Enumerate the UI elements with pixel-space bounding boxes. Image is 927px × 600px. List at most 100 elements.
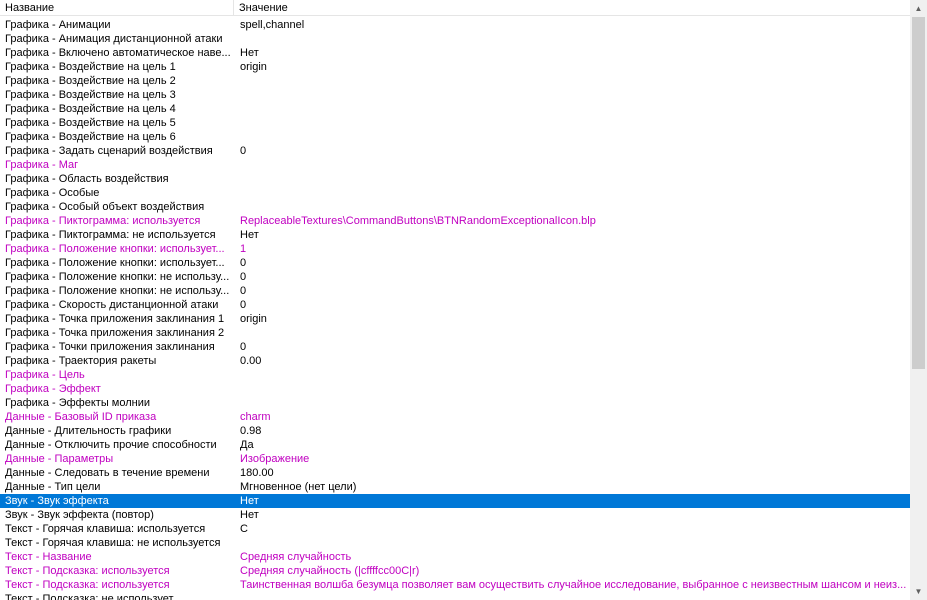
property-value: [235, 396, 910, 410]
table-row[interactable]: Графика - Точка приложения заклинания 2: [0, 326, 910, 340]
property-value: [235, 382, 910, 396]
property-value: spell,channel: [240, 19, 305, 31]
table-row[interactable]: Графика - Анимация дистанционной атаки: [0, 32, 910, 46]
property-name: Текст - Горячая клавиша: используется: [5, 523, 206, 535]
vertical-scrollbar[interactable]: ▲ ▼: [910, 0, 927, 600]
property-name: Графика - Точка приложения заклинания 2: [5, 327, 225, 339]
property-name: Графика - Воздействие на цель 6: [5, 131, 176, 143]
property-name: Графика - Траектория ракеты: [5, 355, 157, 367]
table-row[interactable]: Данные - Отключить прочие способности Да: [0, 438, 910, 452]
table-row[interactable]: Графика - Положение кнопки: не использу.…: [0, 270, 910, 284]
property-value: [235, 592, 910, 600]
scroll-down-arrow-icon[interactable]: ▼: [910, 583, 927, 600]
property-name: Графика - Точка приложения заклинания 1: [5, 313, 225, 325]
table-row[interactable]: Графика - Траектория ракеты 0.00: [0, 354, 910, 368]
property-name: Текст - Название: [5, 551, 92, 563]
property-name: Графика - Воздействие на цель 2: [5, 75, 176, 87]
table-row[interactable]: Графика - Точка приложения заклинания 1 o…: [0, 312, 910, 326]
column-header: Название Значение: [0, 0, 910, 16]
property-name: Текст - Подсказка: не использует...: [5, 593, 182, 600]
property-name: Текст - Горячая клавиша: не используется: [5, 537, 221, 549]
property-value: [235, 32, 910, 46]
table-row[interactable]: Графика - Воздействие на цель 6: [0, 130, 910, 144]
table-row[interactable]: Графика - Особый объект воздействия: [0, 200, 910, 214]
table-row[interactable]: Звук - Звук эффекта (повтор) Нет: [0, 508, 910, 522]
property-value: [235, 186, 910, 200]
property-name: Графика - Анимации: [5, 19, 111, 31]
table-row[interactable]: Данные - Базовый ID приказа charm: [0, 410, 910, 424]
table-row[interactable]: Графика - Область воздействия: [0, 172, 910, 186]
property-value: [235, 116, 910, 130]
scroll-up-arrow-icon[interactable]: ▲: [910, 0, 927, 17]
table-row[interactable]: Текст - Горячая клавиша: не используется: [0, 536, 910, 550]
scroll-thumb[interactable]: [912, 17, 925, 369]
table-row[interactable]: Графика - Эффекты молнии: [0, 396, 910, 410]
table-row[interactable]: Графика - Положение кнопки: не использу.…: [0, 284, 910, 298]
table-row[interactable]: Данные - Тип цели Мгновенное (нет цели): [0, 480, 910, 494]
table-row[interactable]: Графика - Воздействие на цель 2: [0, 74, 910, 88]
property-value: Мгновенное (нет цели): [240, 481, 357, 493]
property-value: [235, 88, 910, 102]
table-row[interactable]: Текст - Подсказка: не использует...: [0, 592, 910, 600]
property-value: 1: [240, 243, 247, 255]
property-value: [235, 368, 910, 382]
property-name: Графика - Воздействие на цель 3: [5, 89, 176, 101]
table-row[interactable]: Данные - Параметры Изображение: [0, 452, 910, 466]
table-row[interactable]: Данные - Следовать в течение времени 180.…: [0, 466, 910, 480]
table-row[interactable]: Графика - Анимации spell,channel: [0, 18, 910, 32]
property-value: 0: [240, 299, 247, 311]
property-name: Графика - Маг: [5, 159, 79, 171]
table-row[interactable]: Графика - Скорость дистанционной атаки 0: [0, 298, 910, 312]
table-row[interactable]: Текст - Подсказка: используется Таинствен…: [0, 578, 910, 592]
table-row[interactable]: Графика - Особые: [0, 186, 910, 200]
table-row[interactable]: Графика - Воздействие на цель 1 origin: [0, 60, 910, 74]
property-name: Данные - Тип цели: [5, 481, 101, 493]
property-value: ReplaceableTextures\CommandButtons\BTNRa…: [240, 215, 596, 227]
table-row[interactable]: Графика - Воздействие на цель 4: [0, 102, 910, 116]
table-row[interactable]: Графика - Воздействие на цель 3: [0, 88, 910, 102]
property-name: Графика - Положение кнопки: использует..…: [5, 243, 225, 255]
property-value: 0: [240, 145, 247, 157]
table-row[interactable]: Графика - Положение кнопки: использует..…: [0, 256, 910, 270]
table-row[interactable]: Графика - Цель: [0, 368, 910, 382]
table-row[interactable]: Графика - Пиктограмма: используется Repla…: [0, 214, 910, 228]
table-row[interactable]: Данные - Длительность графики 0.98: [0, 424, 910, 438]
table-row[interactable]: Графика - Задать сценарий воздействия 0: [0, 144, 910, 158]
table-row[interactable]: Текст - Подсказка: используется Средняя с…: [0, 564, 910, 578]
property-name: Графика - Скорость дистанционной атаки: [5, 299, 219, 311]
table-row[interactable]: Графика - Точки приложения заклинания 0: [0, 340, 910, 354]
property-value: origin: [240, 313, 267, 325]
property-value: [235, 326, 910, 340]
table-row[interactable]: Графика - Воздействие на цель 5: [0, 116, 910, 130]
table-row[interactable]: Графика - Пиктограмма: не используется Не…: [0, 228, 910, 242]
property-list[interactable]: Графика - Анимации spell,channel Графика -…: [0, 18, 910, 600]
property-name: Графика - Положение кнопки: не использу.…: [5, 285, 230, 297]
table-row[interactable]: Графика - Маг: [0, 158, 910, 172]
property-name: Графика - Положение кнопки: использует..…: [5, 257, 225, 269]
property-value: Таинственная волшба безумца позволяет ва…: [240, 579, 907, 591]
property-name: Графика - Эффект: [5, 383, 101, 395]
table-row[interactable]: Звук - Звук эффекта Нет: [0, 494, 910, 508]
column-header-name[interactable]: Название: [0, 0, 234, 16]
table-row[interactable]: Текст - Название Средняя случайность: [0, 550, 910, 564]
property-name: Графика - Пиктограмма: используется: [5, 215, 201, 227]
property-value: Нет: [240, 509, 259, 521]
table-row[interactable]: Текст - Горячая клавиша: используется C: [0, 522, 910, 536]
property-value: 0.00: [240, 355, 262, 367]
column-header-value[interactable]: Значение: [234, 0, 910, 16]
table-row[interactable]: Графика - Включено автоматическое наве..…: [0, 46, 910, 60]
property-name: Данные - Следовать в течение времени: [5, 467, 210, 479]
property-value: charm: [240, 411, 271, 423]
property-value: 0: [240, 341, 247, 353]
property-name: Графика - Особый объект воздействия: [5, 201, 205, 213]
property-value: C: [240, 523, 248, 535]
property-value: origin: [240, 61, 267, 73]
property-value: Нет: [240, 47, 259, 59]
property-value: [235, 130, 910, 144]
property-name: Данные - Параметры: [5, 453, 114, 465]
table-row[interactable]: Графика - Эффект: [0, 382, 910, 396]
table-row[interactable]: Графика - Положение кнопки: использует..…: [0, 242, 910, 256]
property-value: Нет: [240, 495, 259, 507]
property-name: Графика - Задать сценарий воздействия: [5, 145, 213, 157]
property-name: Графика - Точки приложения заклинания: [5, 341, 215, 353]
